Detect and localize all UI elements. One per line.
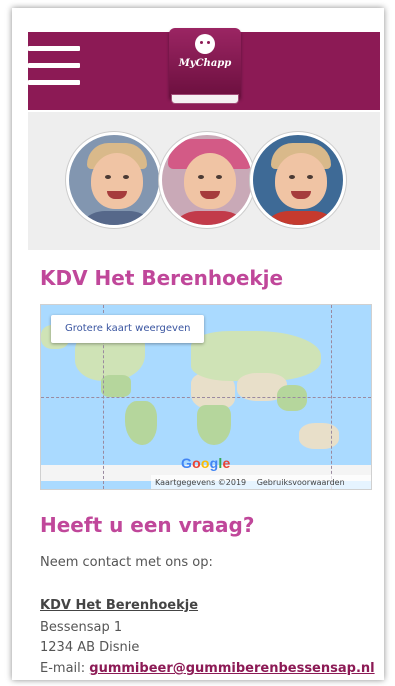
google-letter: o bbox=[200, 455, 210, 471]
logo-text: MyChapp bbox=[178, 58, 232, 69]
google-letter: G bbox=[181, 455, 193, 471]
google-letter: o bbox=[192, 455, 201, 471]
contact-heading: Heeft u een vraag? bbox=[40, 513, 255, 537]
photo-band bbox=[28, 112, 380, 250]
map-attribution: Kaartgegevens ©2019 Gebruiksvoorwaarden bbox=[151, 475, 371, 489]
email-link[interactable]: gummibeer@gummiberenbessensap.nl bbox=[89, 661, 374, 676]
contact-email-row: E-mail: gummibeer@gummiberenbessensap.nl bbox=[40, 661, 375, 676]
contact-city: 1234 AB Disnie bbox=[40, 640, 140, 655]
contact-intro: Neem contact met ons op: bbox=[40, 555, 213, 570]
map-terms-link[interactable]: Gebruiksvoorwaarden bbox=[257, 478, 345, 487]
page-title: KDV Het Berenhoekje bbox=[40, 266, 284, 290]
google-logo: Google bbox=[181, 455, 230, 471]
contact-name: KDV Het Berenhoekje bbox=[40, 598, 199, 613]
google-letter: e bbox=[222, 455, 231, 471]
hamburger-menu-icon[interactable] bbox=[28, 46, 82, 90]
mychapp-logo[interactable]: MyChapp bbox=[169, 28, 241, 104]
app-header: MyChapp bbox=[28, 28, 380, 110]
contact-street: Bessensap 1 bbox=[40, 620, 123, 635]
email-label: E-mail: bbox=[40, 661, 86, 676]
book-pages bbox=[171, 94, 239, 104]
larger-map-button[interactable]: Grotere kaart weergeven bbox=[51, 315, 205, 343]
child-photo bbox=[159, 132, 255, 228]
child-photo bbox=[250, 132, 346, 228]
map-data-credit: Kaartgegevens ©2019 bbox=[155, 478, 247, 487]
phone-frame: MyChapp KDV Het Berenhoekje Grotere kaar… bbox=[12, 8, 384, 680]
embedded-map[interactable]: Grotere kaart weergeven Google Kaartgege… bbox=[40, 304, 372, 490]
baby-face-icon bbox=[195, 34, 215, 54]
child-photo bbox=[66, 132, 162, 228]
